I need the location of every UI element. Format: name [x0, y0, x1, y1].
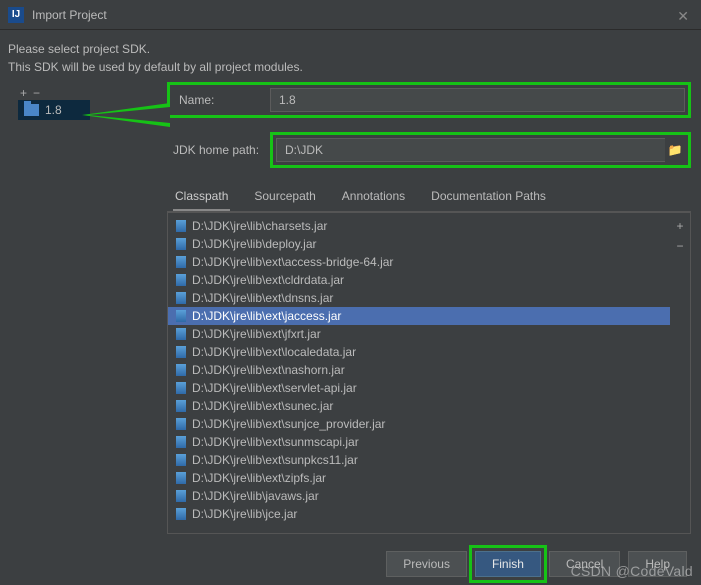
- tab-classpath[interactable]: Classpath: [173, 186, 230, 211]
- list-item-label: D:\JDK\jre\lib\charsets.jar: [192, 219, 327, 233]
- instruction-line: Please select project SDK.: [8, 40, 693, 58]
- list-item-label: D:\JDK\jre\lib\jce.jar: [192, 507, 297, 521]
- callout-arrow-icon: [82, 103, 170, 127]
- sdk-tree-item[interactable]: 1.8: [18, 100, 90, 120]
- folder-icon: [24, 104, 39, 116]
- jar-icon: [176, 310, 186, 322]
- tab-sourcepath[interactable]: Sourcepath: [252, 186, 317, 211]
- list-item[interactable]: D:\JDK\jre\lib\ext\cldrdata.jar: [168, 271, 670, 289]
- list-item[interactable]: D:\JDK\jre\lib\ext\access-bridge-64.jar: [168, 253, 670, 271]
- list-item[interactable]: D:\JDK\jre\lib\javaws.jar: [168, 487, 670, 505]
- list-item-label: D:\JDK\jre\lib\ext\servlet-api.jar: [192, 381, 357, 395]
- instruction-line: This SDK will be used by default by all …: [8, 58, 693, 76]
- list-item-label: D:\JDK\jre\lib\ext\sunec.jar: [192, 399, 333, 413]
- list-item-label: D:\JDK\jre\lib\ext\sunmscapi.jar: [192, 435, 359, 449]
- jar-icon: [176, 256, 186, 268]
- jar-icon: [176, 346, 186, 358]
- classpath-list[interactable]: D:\JDK\jre\lib\charsets.jar D:\JDK\jre\li…: [168, 213, 670, 533]
- list-item-label: D:\JDK\jre\lib\ext\localedata.jar: [192, 345, 356, 359]
- jar-icon: [176, 472, 186, 484]
- list-item[interactable]: D:\JDK\jre\lib\ext\nashorn.jar: [168, 361, 670, 379]
- remove-classpath-button[interactable]: −: [676, 239, 683, 253]
- name-label: Name:: [173, 93, 270, 107]
- list-item[interactable]: D:\JDK\jre\lib\ext\sunjce_provider.jar: [168, 415, 670, 433]
- list-item-label: D:\JDK\jre\lib\ext\jfxrt.jar: [192, 327, 321, 341]
- instructions: Please select project SDK. This SDK will…: [0, 30, 701, 86]
- jar-icon: [176, 454, 186, 466]
- jar-icon: [176, 508, 186, 520]
- list-item[interactable]: D:\JDK\jre\lib\ext\sunmscapi.jar: [168, 433, 670, 451]
- list-item-label: D:\JDK\jre\lib\ext\zipfs.jar: [192, 471, 326, 485]
- jar-icon: [176, 418, 186, 430]
- list-item-label: D:\JDK\jre\lib\ext\jaccess.jar: [192, 309, 341, 323]
- add-classpath-button[interactable]: +: [676, 219, 683, 233]
- list-item[interactable]: D:\JDK\jre\lib\ext\servlet-api.jar: [168, 379, 670, 397]
- jdk-path-input[interactable]: [276, 138, 665, 162]
- jdk-path-label: JDK home path:: [167, 143, 270, 157]
- jar-icon: [176, 274, 186, 286]
- titlebar: IJ Import Project ✕: [0, 0, 701, 30]
- remove-sdk-button[interactable]: −: [33, 86, 40, 100]
- classpath-panel: D:\JDK\jre\lib\charsets.jar D:\JDK\jre\li…: [167, 212, 691, 534]
- sdk-label: 1.8: [45, 103, 62, 117]
- previous-button[interactable]: Previous: [386, 551, 467, 577]
- jar-icon: [176, 220, 186, 232]
- list-item[interactable]: D:\JDK\jre\lib\deploy.jar: [168, 235, 670, 253]
- list-item-label: D:\JDK\jre\lib\deploy.jar: [192, 237, 317, 251]
- sdk-tabs: Classpath Sourcepath Annotations Documen…: [167, 182, 691, 212]
- list-item-label: D:\JDK\jre\lib\ext\dnsns.jar: [192, 291, 333, 305]
- list-item-label: D:\JDK\jre\lib\javaws.jar: [192, 489, 319, 503]
- jar-icon: [176, 238, 186, 250]
- close-icon[interactable]: ✕: [677, 8, 689, 25]
- jar-icon: [176, 382, 186, 394]
- sdk-name-input[interactable]: [270, 88, 685, 112]
- tab-documentation[interactable]: Documentation Paths: [429, 186, 548, 211]
- list-item[interactable]: D:\JDK\jre\lib\jce.jar: [168, 505, 670, 523]
- list-item-label: D:\JDK\jre\lib\ext\cldrdata.jar: [192, 273, 344, 287]
- tab-annotations[interactable]: Annotations: [340, 186, 407, 211]
- list-item[interactable]: D:\JDK\jre\lib\ext\dnsns.jar: [168, 289, 670, 307]
- jar-icon: [176, 328, 186, 340]
- list-item[interactable]: D:\JDK\jre\lib\ext\jaccess.jar: [168, 307, 670, 325]
- add-sdk-button[interactable]: +: [20, 86, 27, 100]
- window-title: Import Project: [32, 8, 107, 22]
- classpath-side-toolbar: + −: [670, 213, 690, 533]
- jar-icon: [176, 292, 186, 304]
- watermark: CSDN @CodeVald: [571, 563, 693, 579]
- list-item[interactable]: D:\JDK\jre\lib\ext\zipfs.jar: [168, 469, 670, 487]
- jar-icon: [176, 436, 186, 448]
- list-item-label: D:\JDK\jre\lib\ext\sunpkcs11.jar: [192, 453, 358, 467]
- jar-icon: [176, 364, 186, 376]
- list-item[interactable]: D:\JDK\jre\lib\ext\sunpkcs11.jar: [168, 451, 670, 469]
- finish-button[interactable]: Finish: [475, 551, 541, 577]
- browse-folder-icon[interactable]: 📁: [665, 143, 685, 157]
- list-item-label: D:\JDK\jre\lib\ext\sunjce_provider.jar: [192, 417, 385, 431]
- list-item-label: D:\JDK\jre\lib\ext\nashorn.jar: [192, 363, 345, 377]
- list-item[interactable]: D:\JDK\jre\lib\charsets.jar: [168, 217, 670, 235]
- list-item[interactable]: D:\JDK\jre\lib\ext\localedata.jar: [168, 343, 670, 361]
- jar-icon: [176, 490, 186, 502]
- list-item[interactable]: D:\JDK\jre\lib\ext\jfxrt.jar: [168, 325, 670, 343]
- name-field-highlight: Name:: [167, 82, 691, 118]
- jar-icon: [176, 400, 186, 412]
- list-item-label: D:\JDK\jre\lib\ext\access-bridge-64.jar: [192, 255, 393, 269]
- app-logo-icon: IJ: [8, 7, 24, 23]
- list-item[interactable]: D:\JDK\jre\lib\ext\sunec.jar: [168, 397, 670, 415]
